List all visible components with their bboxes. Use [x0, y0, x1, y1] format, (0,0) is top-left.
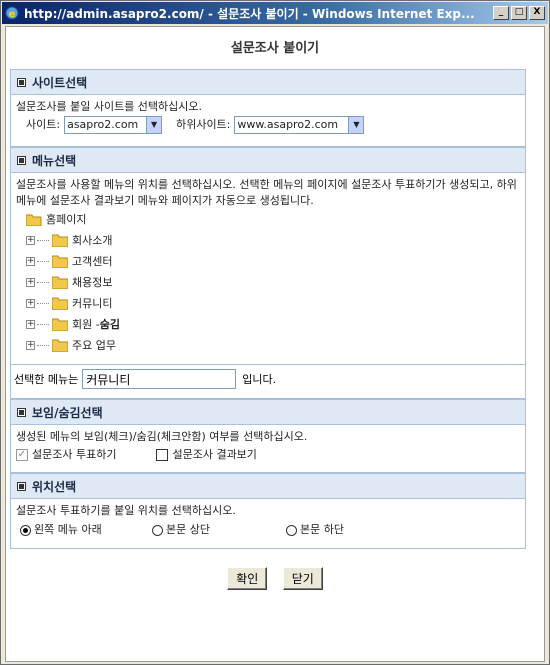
page-title: 설문조사 붙이기 [230, 41, 320, 56]
selected-menu-input[interactable]: 커뮤니티 [82, 369, 237, 389]
square-bullet-icon [17, 155, 26, 165]
result-label: 설문조사 결과보기 [172, 448, 257, 461]
folder-icon [52, 318, 68, 331]
selected-menu-row: 선택한 메뉴는 커뮤니티 입니다. [11, 364, 525, 393]
menu-section: 메뉴선택 설문조사를 사용할 메뉴의 위치를 선택하십시오. 선택한 메뉴의 페… [10, 147, 526, 399]
folder-icon [52, 255, 68, 268]
tree-connector [37, 240, 49, 241]
menu-section-desc: 설문조사를 사용할 메뉴의 위치를 선택하십시오. 선택한 메뉴의 페이지에 설… [16, 178, 517, 207]
folder-icon [52, 276, 68, 289]
menu-section-title: 메뉴선택 [32, 153, 77, 168]
site-label: 사이트: [26, 118, 61, 131]
tree-item[interactable]: + 채용정보 [26, 272, 520, 293]
expand-icon[interactable]: + [26, 341, 35, 350]
position-section-header: 위치선택 [11, 474, 525, 499]
position-radio-bottom[interactable] [286, 524, 297, 536]
tree-item-label: 회사소개 [72, 233, 113, 247]
position-radio-left[interactable] [20, 524, 31, 536]
site-section-title: 사이트선택 [32, 75, 88, 90]
expand-icon[interactable]: + [26, 278, 35, 287]
expand-icon[interactable]: + [26, 320, 35, 329]
position-option-top: 본문 상단 [166, 523, 210, 536]
page-content: 설문조사 붙이기 사이트선택 설문조사를 붙일 사이트를 선택하십시오. 사이트… [5, 26, 545, 662]
folder-open-icon [26, 214, 42, 226]
visibility-section-desc: 생성된 메뉴의 보임(체크)/숨김(체크안함) 여부를 선택하십시오. [16, 430, 308, 443]
expand-icon[interactable]: + [26, 236, 35, 245]
position-section-desc: 설문조사 투표하기를 붙일 위치를 선택하십시오. [16, 504, 236, 517]
close-button[interactable]: 닫기 [282, 567, 323, 590]
tree-connector [37, 345, 49, 346]
tree-item-label: 고객센터 [72, 254, 113, 268]
result-checkbox[interactable] [156, 449, 169, 461]
confirm-button[interactable]: 확인 [227, 567, 268, 590]
site-select[interactable]: asapro2.com ▼ [64, 116, 163, 134]
site-section: 사이트선택 설문조사를 붙일 사이트를 선택하십시오. 사이트: asapro2… [10, 69, 526, 147]
visibility-section: 보임/숨김선택 생성된 메뉴의 보임(체크)/숨김(체크안함) 여부를 선택하십… [10, 399, 526, 473]
window-title: http://admin.asapro2.com/ - 설문조사 붙이기 - W… [24, 6, 475, 21]
folder-icon [52, 297, 68, 310]
tree-item-label: 회원 - [72, 317, 100, 331]
ie-icon: e [4, 5, 20, 21]
expand-icon[interactable]: + [26, 257, 35, 266]
maximize-button[interactable]: □ [511, 6, 527, 20]
position-option-bottom: 본문 하단 [300, 523, 344, 536]
minimize-button[interactable]: _ [493, 6, 509, 20]
site-section-header: 사이트선택 [11, 70, 525, 95]
position-option-left: 왼쪽 메뉴 아래 [34, 523, 102, 536]
position-section-title: 위치선택 [32, 479, 77, 494]
tree-item[interactable]: + 커뮤니티 [26, 293, 520, 314]
selected-menu-prefix: 선택한 메뉴는 [14, 373, 79, 386]
tree-connector [37, 324, 49, 325]
tree-item[interactable]: + 회원 - 숨김 [26, 314, 520, 335]
subsite-select[interactable]: www.asapro2.com ▼ [234, 116, 365, 134]
menu-section-header: 메뉴선택 [11, 148, 525, 173]
title-bar[interactable]: e http://admin.asapro2.com/ - 설문조사 붙이기 -… [2, 2, 548, 24]
tree-item-label: 주요 업무 [72, 338, 116, 352]
svg-text:e: e [9, 9, 16, 20]
tree-connector [37, 282, 49, 283]
expand-icon[interactable]: + [26, 299, 35, 308]
dropdown-arrow-icon[interactable]: ▼ [348, 117, 364, 133]
tree-item[interactable]: + 회사소개 [26, 230, 520, 251]
tree-connector [37, 261, 49, 262]
browser-window: e http://admin.asapro2.com/ - 설문조사 붙이기 -… [0, 0, 550, 665]
subsite-select-value: www.asapro2.com [237, 118, 339, 131]
folder-icon [52, 339, 68, 352]
dropdown-arrow-icon[interactable]: ▼ [146, 117, 162, 133]
visibility-section-header: 보임/숨김선택 [11, 400, 525, 425]
visibility-section-title: 보임/숨김선택 [32, 405, 103, 420]
vote-checkbox[interactable]: ✓ [16, 449, 28, 461]
menu-tree: 홈페이지 + 회사소개 + 고객센터 + 채용정보 + 커뮤니티 + 회원 - 숨김 + 주요 업무 [16, 209, 520, 356]
selected-menu-suffix: 입니다. [242, 373, 277, 386]
tree-root-label: 홈페이지 [46, 212, 87, 226]
square-bullet-icon [17, 77, 26, 87]
tree-item[interactable]: + 주요 업무 [26, 335, 520, 356]
subsite-label: 하위사이트: [176, 118, 231, 131]
position-section: 위치선택 설문조사 투표하기를 붙일 위치를 선택하십시오. 왼쪽 메뉴 아래 … [10, 473, 526, 549]
site-section-desc: 설문조사를 붙일 사이트를 선택하십시오. [16, 100, 203, 113]
radio-selected-dot [23, 527, 28, 533]
tree-item-label: 채용정보 [72, 275, 113, 289]
close-window-button[interactable]: X [529, 6, 545, 20]
position-radio-top[interactable] [152, 524, 163, 536]
tree-connector [37, 303, 49, 304]
tree-item[interactable]: + 고객센터 [26, 251, 520, 272]
square-bullet-icon [17, 407, 26, 417]
tree-root[interactable]: 홈페이지 [26, 209, 520, 230]
folder-icon [52, 234, 68, 247]
vote-label: 설문조사 투표하기 [32, 448, 117, 461]
tree-item-label: 커뮤니티 [72, 296, 113, 310]
square-bullet-icon [17, 481, 26, 491]
site-select-value: asapro2.com [67, 118, 139, 131]
tree-item-hidden-tag: 숨김 [99, 317, 120, 331]
button-row: 확인 닫기 [6, 567, 544, 590]
